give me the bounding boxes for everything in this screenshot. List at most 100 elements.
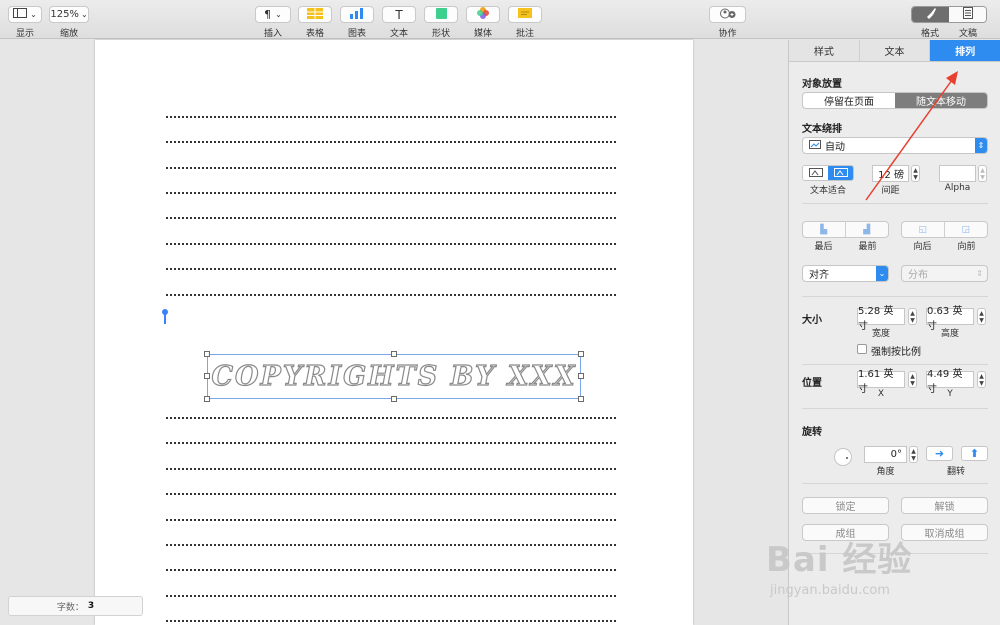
media-button[interactable]: [466, 6, 500, 23]
view-control[interactable]: ⌄ 显示: [8, 6, 42, 39]
angle-field[interactable]: 0°: [864, 446, 907, 463]
x-stepper[interactable]: ▲ ▼: [908, 371, 917, 388]
y-stepper[interactable]: ▲ ▼: [977, 371, 986, 388]
dotted-line: [166, 569, 616, 571]
dotted-line: [166, 116, 616, 118]
zoom-label: 缩放: [59, 29, 78, 39]
y-label: Y: [947, 389, 953, 399]
width-stepper[interactable]: ▲ ▼: [908, 308, 917, 325]
distribute-select[interactable]: 分布 ⇕: [901, 265, 988, 282]
text-wrap-select[interactable]: 自动 ⇕: [802, 137, 988, 154]
align-select[interactable]: 对齐 ⌄: [802, 265, 889, 282]
collaborate-button[interactable]: [709, 6, 746, 23]
resize-handle[interactable]: [204, 396, 210, 402]
height-field[interactable]: 0.63 英寸: [926, 306, 974, 332]
wordart-text-box[interactable]: COPYRIGHTS BY XXX: [204, 351, 584, 402]
resize-handle[interactable]: [391, 351, 397, 357]
move-with-text-option[interactable]: 随文本移动: [895, 93, 987, 108]
zoom-select[interactable]: 125% ⌄: [49, 6, 89, 23]
tab-text[interactable]: 文本: [859, 40, 931, 61]
bring-to-front-button[interactable]: ▟: [846, 222, 889, 237]
text-fit-label: 文本适合: [809, 186, 846, 196]
tab-style[interactable]: 样式: [789, 40, 860, 61]
dotted-line: [166, 595, 616, 597]
unlock-button[interactable]: 解锁: [901, 497, 988, 514]
zoom-control[interactable]: 125% ⌄ 缩放: [49, 6, 89, 39]
x-field[interactable]: 1.61 英寸: [857, 369, 905, 395]
comment-control[interactable]: 批注: [508, 6, 542, 39]
table-button[interactable]: [298, 6, 332, 23]
chart-button[interactable]: [340, 6, 374, 23]
insert-button[interactable]: ¶ ⌄: [255, 6, 291, 23]
format-button[interactable]: [912, 7, 949, 22]
shape-control[interactable]: 形状: [424, 6, 458, 39]
wrap-alpha-icon: [833, 167, 848, 180]
dotted-line: [166, 493, 616, 495]
format-label: 格式: [920, 29, 939, 39]
dotted-line: [166, 417, 616, 419]
flip-horizontal-button[interactable]: ➜: [926, 446, 953, 461]
section-divider: [802, 483, 988, 484]
chevron-updown-icon: ⇕: [975, 138, 987, 153]
flip-vertical-button[interactable]: ⬆: [961, 446, 988, 461]
anchor-marker[interactable]: [162, 309, 168, 324]
alpha-field[interactable]: [939, 165, 976, 182]
fit-outline-button[interactable]: [803, 166, 828, 180]
resize-handle[interactable]: [578, 351, 584, 357]
resize-handle[interactable]: [391, 396, 397, 402]
height-stepper[interactable]: ▲ ▼: [977, 308, 986, 325]
rotation-dial[interactable]: [834, 448, 852, 466]
comment-label: 批注: [515, 29, 534, 39]
resize-handle[interactable]: [578, 396, 584, 402]
section-divider: [802, 408, 988, 409]
text-button[interactable]: T: [382, 6, 416, 23]
document-page[interactable]: COPYRIGHTS BY XXX: [95, 40, 693, 625]
spacing-field[interactable]: 12 磅: [872, 165, 909, 182]
dotted-line: [166, 620, 616, 622]
resize-handle[interactable]: [578, 373, 584, 379]
send-backward-button[interactable]: ◱: [902, 222, 945, 237]
collaborate-control[interactable]: 协作: [709, 6, 746, 39]
chevron-updown-icon: ⇕: [976, 269, 983, 278]
insert-control[interactable]: ¶ ⌄ 插入: [255, 6, 291, 39]
collaborate-label: 协作: [718, 29, 737, 39]
width-field[interactable]: 5.28 英寸: [857, 306, 905, 332]
position-title: 位置: [802, 378, 822, 389]
word-count-badge[interactable]: 字数： 3: [8, 596, 143, 616]
dotted-line: [166, 167, 616, 169]
spacing-stepper[interactable]: ▲ ▼: [911, 165, 920, 182]
lock-button[interactable]: 锁定: [802, 497, 889, 514]
rotate-title: 旋转: [802, 427, 822, 438]
stay-on-page-option[interactable]: 停留在页面: [803, 93, 895, 108]
document-button[interactable]: [949, 7, 986, 22]
media-control[interactable]: 媒体: [466, 6, 500, 39]
view-button[interactable]: ⌄: [8, 6, 42, 23]
send-to-back-button[interactable]: ▙: [803, 222, 846, 237]
constrain-proportions-checkbox[interactable]: [857, 344, 867, 354]
comment-button[interactable]: [508, 6, 542, 23]
resize-handle[interactable]: [204, 373, 210, 379]
resize-handle[interactable]: [204, 351, 210, 357]
zoom-value: 125%: [50, 9, 79, 20]
alpha-stepper[interactable]: ▲ ▼: [978, 165, 987, 182]
layers-forward-icon: ◲: [961, 224, 970, 235]
arrow-right-icon: ➜: [934, 447, 945, 460]
layers-front-icon: ▟: [863, 224, 871, 235]
word-count-label: 字数：: [56, 602, 84, 613]
fit-alpha-button[interactable]: [828, 166, 853, 180]
bring-forward-button[interactable]: ◲: [945, 222, 988, 237]
document-canvas[interactable]: COPYRIGHTS BY XXX: [0, 40, 788, 625]
text-control[interactable]: T 文本: [382, 6, 416, 39]
bring-forward-label: 向前: [957, 242, 976, 252]
y-field[interactable]: 4.49 英寸: [926, 369, 974, 395]
bring-to-front-label: 最前: [858, 242, 877, 252]
x-label: X: [877, 389, 885, 399]
shape-button[interactable]: [424, 6, 458, 23]
angle-stepper[interactable]: ▲ ▼: [909, 446, 918, 463]
add-person-icon: [719, 8, 736, 22]
tab-arrange[interactable]: 排列: [930, 40, 1000, 61]
chart-control[interactable]: 图表: [340, 6, 374, 39]
table-control[interactable]: 表格: [298, 6, 332, 39]
view-label: 显示: [15, 29, 34, 39]
dotted-line: [166, 544, 616, 546]
